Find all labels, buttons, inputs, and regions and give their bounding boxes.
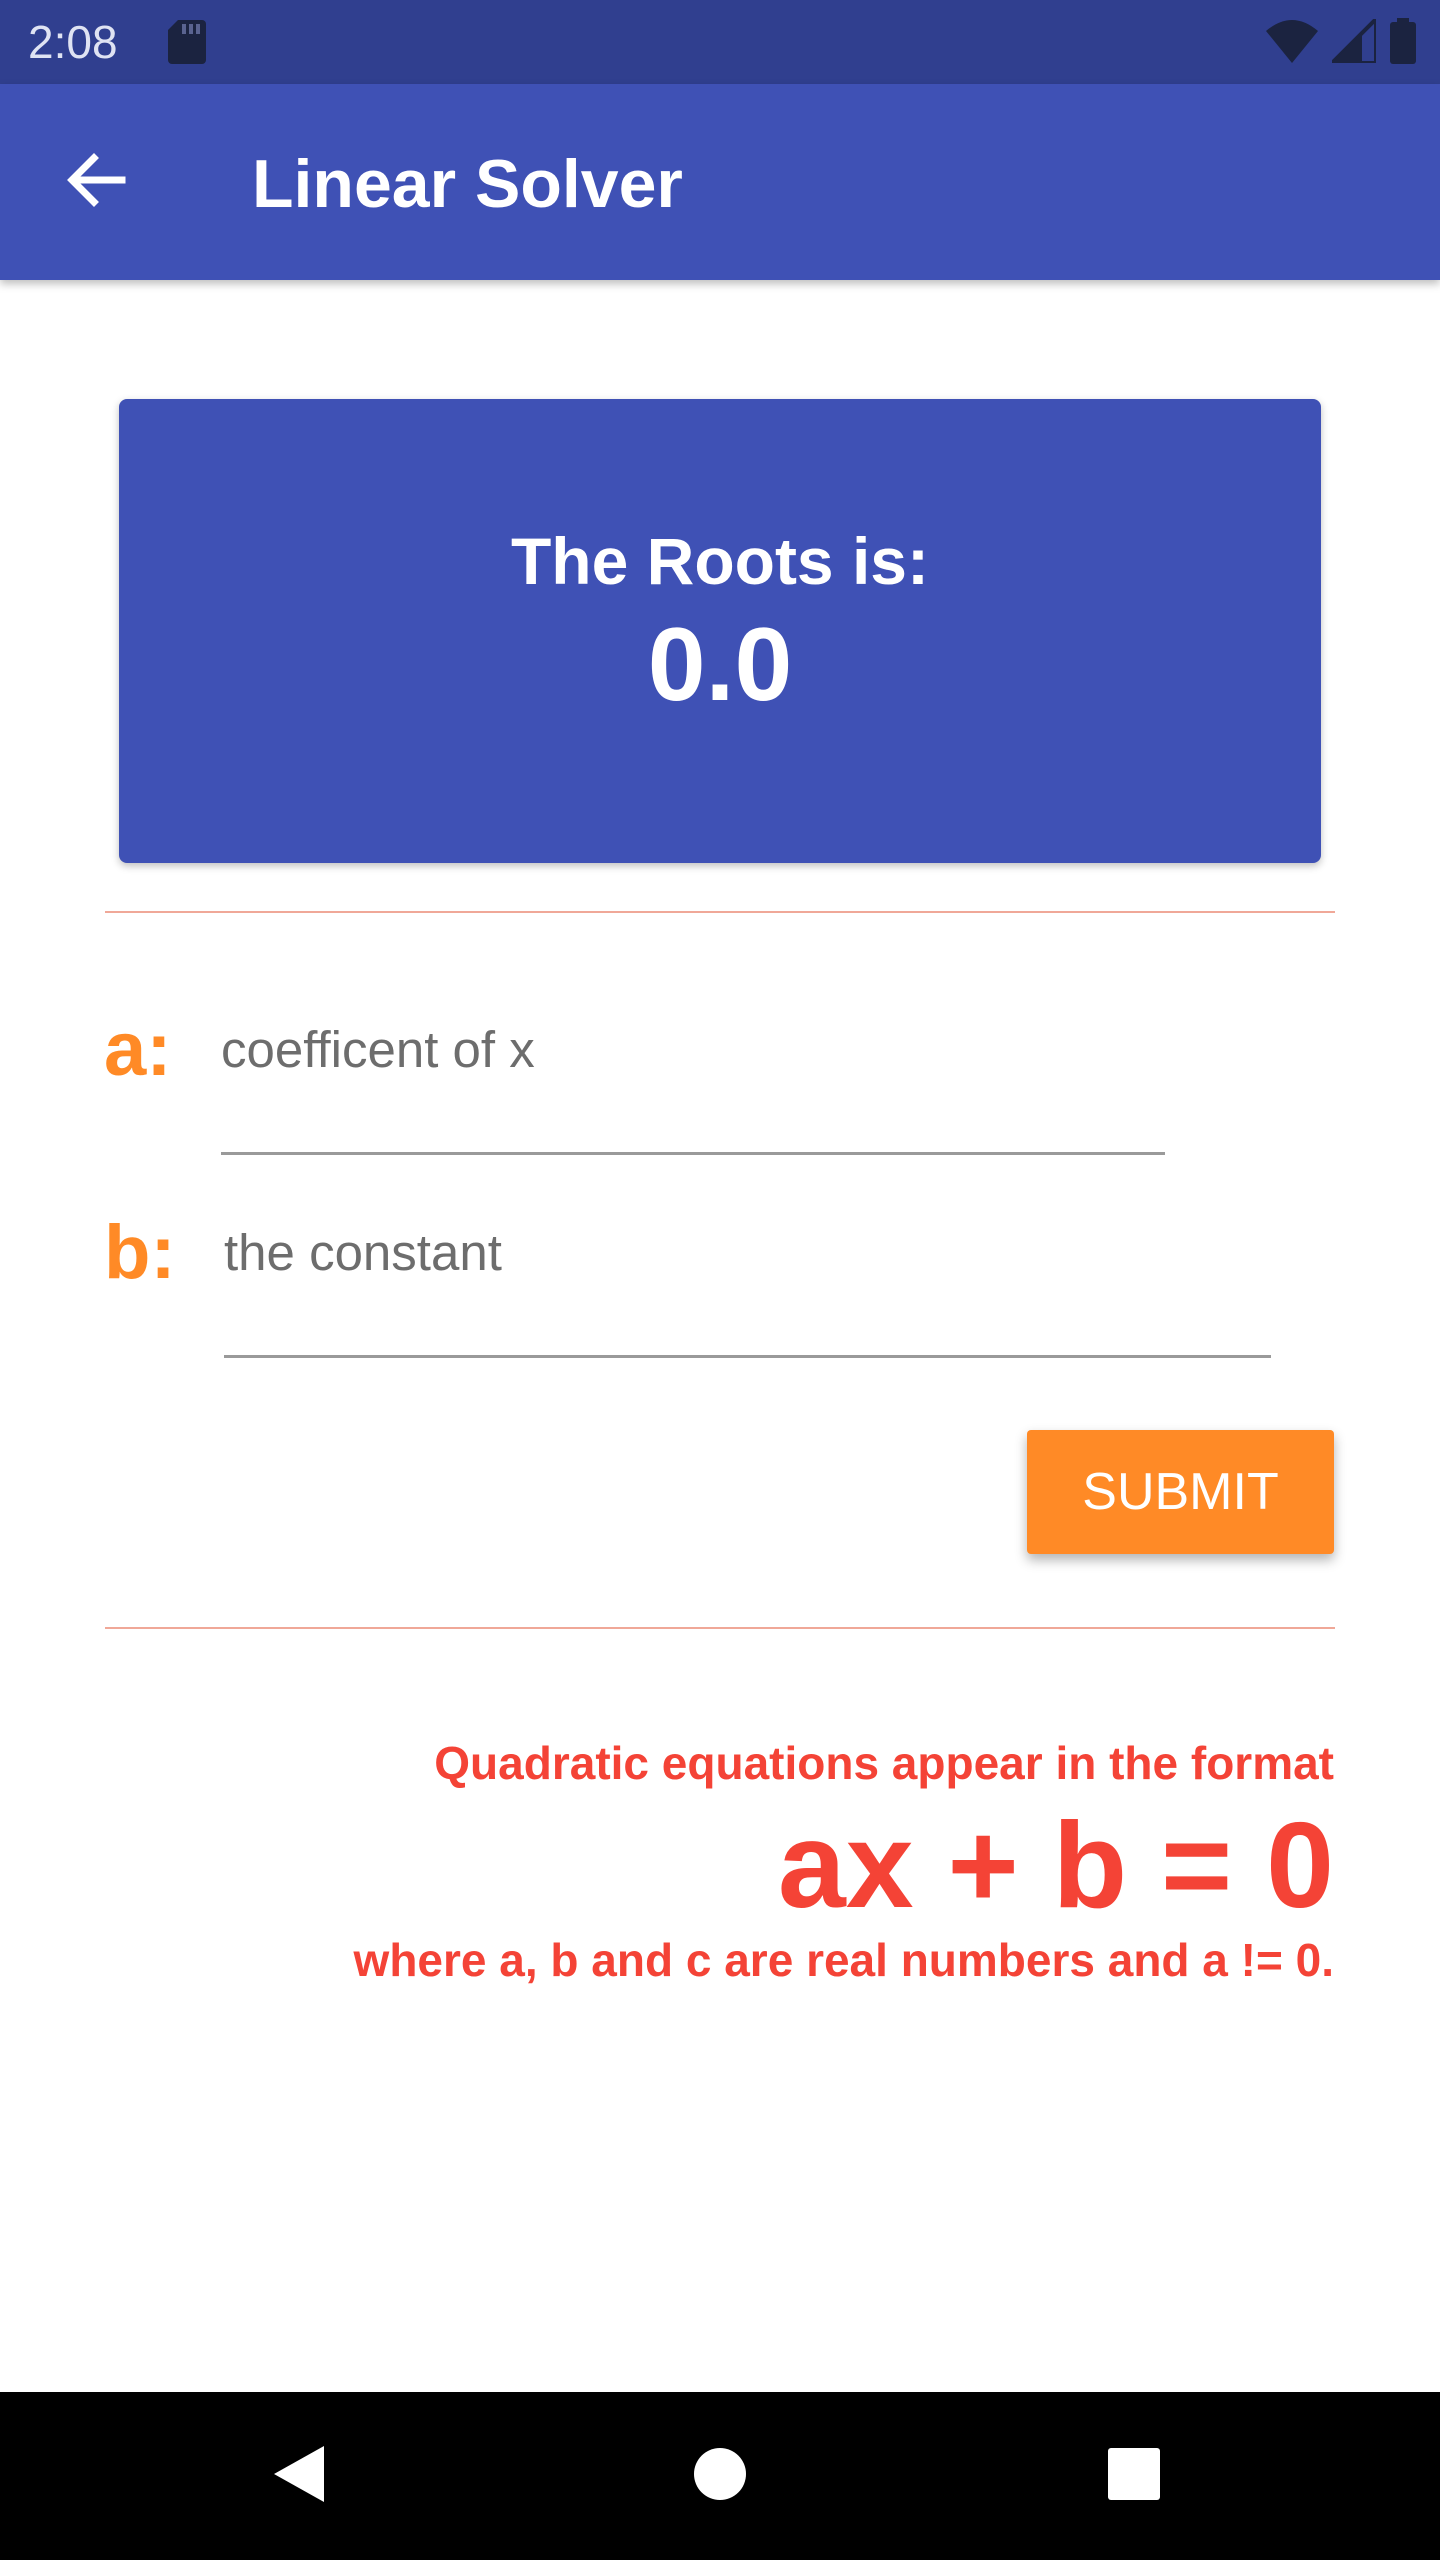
result-value: 0.0 [647,607,793,723]
info-format-text: Quadratic equations appear in the format [434,1737,1334,1789]
nav-recents-button[interactable] [1094,2436,1174,2516]
screen: 2:08 Linear Solver The Roots is: 0.0 a: … [0,0,1440,2560]
back-triangle-icon [270,2444,326,2509]
wifi-icon [1266,19,1318,68]
status-icons [1266,14,1416,69]
nav-back-button[interactable] [258,2436,338,2516]
constant-b-input[interactable]: the constant [224,1221,1271,1358]
info-conditions-text: where a, b and c are real numbers and a … [353,1934,1334,1986]
status-time: 2:08 [28,16,118,68]
battery-icon [1390,18,1416,69]
coefficient-a-input[interactable]: coefficent of x [221,1018,1165,1155]
recents-square-icon [1107,2447,1161,2506]
app-bar: Linear Solver [0,84,1440,280]
info-formula: ax + b = 0 [777,1797,1334,1933]
submit-button[interactable]: SUBMIT [1027,1430,1334,1554]
app-title: Linear Solver [252,146,683,222]
result-card: The Roots is: 0.0 [119,399,1321,863]
divider-bottom [105,1627,1335,1629]
sd-card-icon [168,20,206,69]
nav-home-button[interactable] [680,2436,760,2516]
divider-top [105,911,1335,913]
navigation-bar [0,2392,1440,2560]
status-bar: 2:08 [0,0,1440,84]
arrow-back-icon [64,148,128,217]
constant-b-label: b: [104,1210,176,1295]
coefficient-a-label: a: [104,1007,172,1092]
home-circle-icon [692,2446,748,2507]
signal-icon [1327,14,1378,68]
back-button[interactable] [48,134,144,230]
result-label: The Roots is: [510,524,929,598]
